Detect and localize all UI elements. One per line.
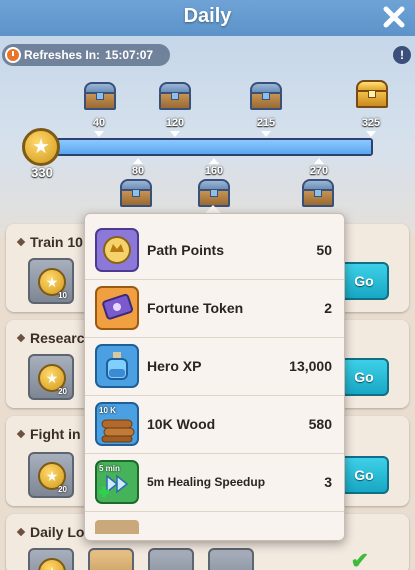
page-title: Daily [183, 5, 232, 27]
refresh-label: Refreshes In: [24, 48, 101, 62]
milestone-chest-120[interactable] [157, 80, 193, 112]
milestone-label: 215 [256, 117, 276, 129]
task-title: Researc [16, 330, 85, 346]
reward-item[interactable]: ★ [28, 548, 74, 570]
milestone-marker [261, 131, 271, 137]
reward-name: Hero XP [147, 358, 202, 374]
progress-fill [57, 140, 371, 154]
reward-quantity: 13,000 [289, 358, 332, 374]
milestone-label: 40 [92, 117, 106, 129]
milestone-label: 120 [165, 117, 185, 129]
milestone-marker [314, 158, 324, 164]
reward-item[interactable] [208, 548, 254, 570]
milestone-marker [94, 131, 104, 137]
activity-points-value: 330 [31, 165, 53, 180]
milestone-chest-270[interactable] [300, 177, 336, 209]
reward-quantity: 580 [308, 416, 332, 432]
fortune-token-icon [95, 286, 139, 330]
hero-xp-potion-icon [95, 344, 139, 388]
milestone-label: 80 [131, 165, 145, 177]
chest-rewards-tooltip: Path Points 50 Fortune Token 2 Hero XP 1… [84, 213, 345, 541]
refresh-time: 15:07:07 [105, 48, 154, 62]
progress-bar [55, 138, 373, 156]
milestone-label: 160 [204, 165, 224, 177]
milestone-label: 325 [361, 117, 381, 129]
refresh-timer: Refreshes In: 15:07:07 [2, 44, 170, 66]
milestone-chest-80[interactable] [118, 177, 154, 209]
info-icon[interactable]: ! [393, 46, 411, 64]
reward-quantity: 2 [324, 300, 332, 316]
checkmark-icon: ✔ [350, 548, 369, 570]
reward-name: Path Points [147, 242, 225, 258]
reward-item[interactable]: ★ 10 [28, 258, 74, 304]
go-button[interactable]: Go [339, 262, 389, 300]
path-points-icon [95, 228, 139, 272]
milestone-marker [170, 131, 180, 137]
reward-item[interactable]: ★ 20 [28, 452, 74, 498]
reward-badge: 5 min [99, 464, 120, 473]
reward-badge: 10 K [99, 406, 116, 415]
milestone-label: 270 [309, 165, 329, 177]
reward-item[interactable]: ★ 20 [28, 354, 74, 400]
clock-icon [5, 47, 21, 63]
reward-row: 5 min 5m Healing Speedup 3 [85, 454, 344, 512]
milestone-chest-40[interactable] [82, 80, 118, 112]
task-title: Train 10 [16, 234, 83, 250]
task-title: Fight in [16, 426, 81, 442]
go-button[interactable]: Go [339, 358, 389, 396]
reward-name: 10K Wood [147, 416, 216, 432]
reward-quantity: 50 [316, 242, 332, 258]
go-button[interactable]: Go [339, 456, 389, 494]
reward-row: 10 K 10K Wood 580 [85, 396, 344, 454]
milestone-chest-325[interactable] [354, 78, 390, 110]
header-bar: Daily [0, 0, 415, 36]
reward-row: Hero XP 13,000 [85, 338, 344, 396]
reward-item[interactable] [88, 548, 134, 570]
reward-row: Path Points 50 [85, 222, 344, 280]
reward-name: 5m Healing Speedup [147, 475, 266, 489]
milestone-marker [209, 158, 219, 164]
milestone-marker [133, 158, 143, 164]
activity-points-star-icon: ★ [22, 128, 60, 166]
task-title: Daily Lo [16, 524, 84, 540]
milestone-chest-215[interactable] [248, 80, 284, 112]
reward-partial-icon [95, 520, 139, 534]
reward-quantity: 3 [324, 474, 332, 490]
star-coin-icon: ★ [38, 558, 66, 570]
reward-row: Fortune Token 2 [85, 280, 344, 338]
close-icon[interactable] [381, 4, 407, 30]
milestone-marker [366, 131, 376, 137]
reward-item[interactable] [148, 548, 194, 570]
reward-name: Fortune Token [147, 300, 244, 316]
